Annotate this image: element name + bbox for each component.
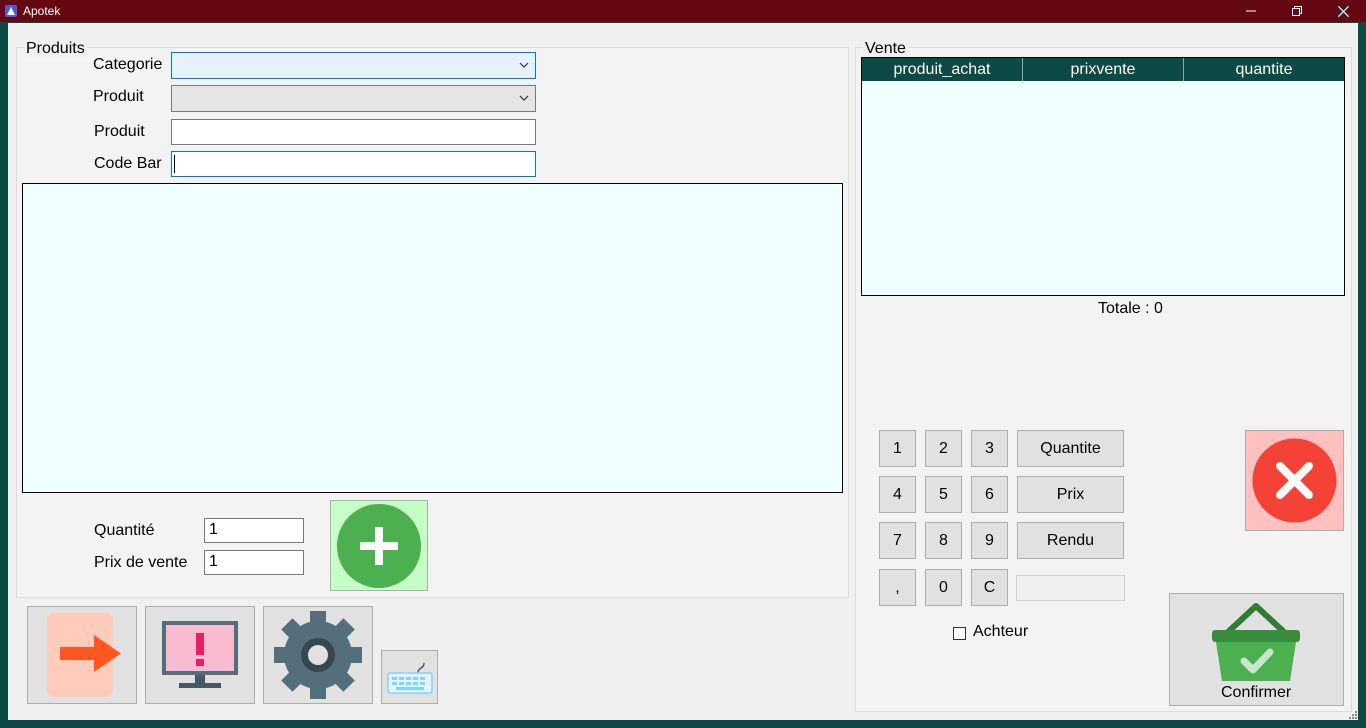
quantite-label: Quantité xyxy=(94,522,155,539)
codebar-input[interactable] xyxy=(171,151,536,177)
plus-icon xyxy=(337,504,421,588)
categorie-select[interactable] xyxy=(171,52,536,79)
prix-de-vente-input[interactable]: 1 xyxy=(204,550,304,575)
gear-icon xyxy=(274,611,362,699)
key-1-button[interactable]: 1 xyxy=(879,430,916,467)
column-header-prixvente[interactable]: prixvente xyxy=(1023,58,1184,81)
key-5-button[interactable]: 5 xyxy=(925,476,962,513)
key-2-button[interactable]: 2 xyxy=(925,430,962,467)
cancel-sale-button[interactable] xyxy=(1245,430,1344,531)
quantite-button[interactable]: Quantite xyxy=(1017,430,1124,467)
prix-de-vente-label: Prix de vente xyxy=(94,554,188,571)
column-header-quantite[interactable]: quantite xyxy=(1184,58,1344,81)
exit-arrow-icon xyxy=(47,613,121,697)
key-0-button[interactable]: 0 xyxy=(925,569,962,606)
key-8-button[interactable]: 8 xyxy=(925,522,962,559)
monitor-alert-icon xyxy=(162,621,238,688)
alert-monitor-button[interactable] xyxy=(145,606,255,704)
prix-button[interactable]: Prix xyxy=(1017,476,1124,513)
keyboard-button[interactable] xyxy=(381,650,438,704)
keypad-display[interactable] xyxy=(1016,575,1125,601)
codebar-label: Code Bar xyxy=(94,155,162,172)
resize-grip-icon[interactable] xyxy=(1348,710,1358,720)
total-label: Totale : 0 xyxy=(1098,300,1163,317)
column-header-produit-achat[interactable]: produit_achat xyxy=(862,58,1023,81)
achteur-checkbox[interactable] xyxy=(953,627,966,640)
chevron-down-icon xyxy=(519,95,529,101)
settings-button[interactable] xyxy=(263,606,373,704)
achteur-label: Achteur xyxy=(973,623,1029,640)
close-button[interactable] xyxy=(1320,0,1366,22)
produit-select[interactable] xyxy=(171,85,536,112)
keyboard-icon xyxy=(387,662,433,694)
rendu-button[interactable]: Rendu xyxy=(1017,522,1124,559)
key-6-button[interactable]: 6 xyxy=(971,476,1008,513)
produit-select-label: Produit xyxy=(93,88,144,105)
produit-input[interactable] xyxy=(171,119,536,145)
close-icon xyxy=(1337,5,1349,17)
produits-legend: Produits xyxy=(24,40,87,57)
key-clear-button[interactable]: C xyxy=(971,569,1008,606)
restore-button[interactable] xyxy=(1274,0,1320,22)
vente-grid-header: produit_achat prixvente quantite xyxy=(862,58,1344,81)
window-title: Apotek xyxy=(23,4,61,18)
basket-check-icon xyxy=(1212,603,1300,681)
text-caret xyxy=(174,155,175,173)
key-4-button[interactable]: 4 xyxy=(879,476,916,513)
confirmer-button[interactable]: Confirmer xyxy=(1169,593,1344,706)
key-3-button[interactable]: 3 xyxy=(971,430,1008,467)
key-7-button[interactable]: 7 xyxy=(879,522,916,559)
logout-button[interactable] xyxy=(27,606,137,704)
produits-list[interactable] xyxy=(22,183,843,493)
title-bar: Apotek xyxy=(0,0,1366,22)
confirmer-label: Confirmer xyxy=(1221,684,1292,701)
chevron-down-icon xyxy=(519,62,529,68)
restore-icon xyxy=(1292,6,1302,16)
key-comma-button[interactable]: , xyxy=(879,569,916,606)
minimize-button[interactable] xyxy=(1228,0,1274,22)
vente-legend: Vente xyxy=(863,40,908,57)
app-icon xyxy=(5,5,17,17)
add-product-button[interactable] xyxy=(330,500,428,591)
vente-grid[interactable]: produit_achat prixvente quantite xyxy=(861,57,1345,296)
main-client-area: Produits Categorie Produit Produit Code … xyxy=(8,23,1358,720)
cancel-x-icon xyxy=(1252,438,1337,523)
categorie-label: Categorie xyxy=(93,56,163,73)
quantite-input[interactable]: 1 xyxy=(204,518,304,543)
key-9-button[interactable]: 9 xyxy=(971,522,1008,559)
minimize-icon xyxy=(1246,10,1256,12)
produit-input-label: Produit xyxy=(94,123,145,140)
